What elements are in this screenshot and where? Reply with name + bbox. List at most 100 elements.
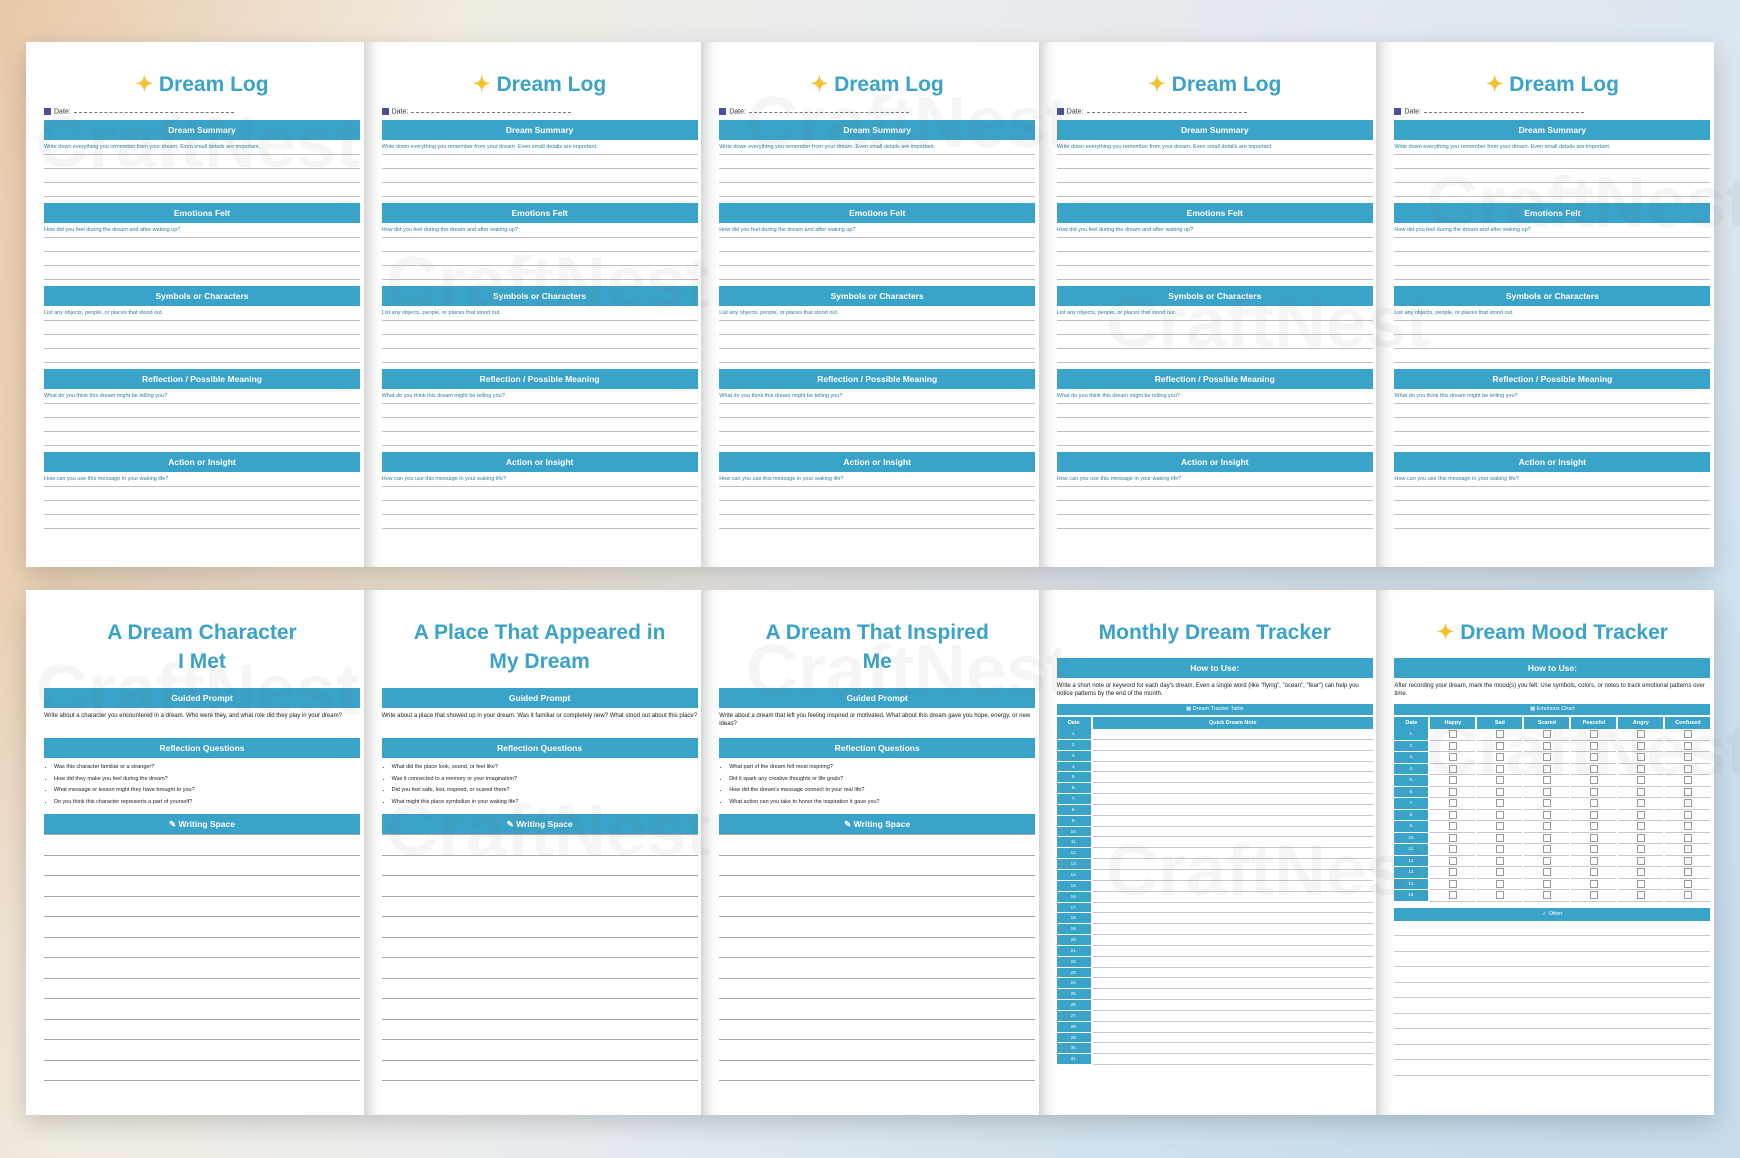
mood-checkbox[interactable] xyxy=(1430,844,1476,856)
writing-lines[interactable] xyxy=(1056,154,1373,197)
mood-checkbox[interactable] xyxy=(1665,741,1711,752)
dream-note-cell[interactable] xyxy=(1092,751,1373,762)
mood-checkbox[interactable] xyxy=(1430,856,1476,867)
dream-note-cell[interactable] xyxy=(1092,859,1373,870)
dream-note-cell[interactable] xyxy=(1092,989,1373,1001)
dream-note-cell[interactable] xyxy=(1092,762,1373,773)
writing-lines[interactable] xyxy=(381,403,698,446)
dream-note-cell[interactable] xyxy=(1092,924,1373,936)
dream-note-cell[interactable] xyxy=(1092,946,1373,957)
writing-lines[interactable] xyxy=(1394,154,1711,197)
mood-checkbox[interactable] xyxy=(1524,890,1570,902)
writing-lines[interactable] xyxy=(1394,486,1711,529)
mood-checkbox[interactable] xyxy=(1571,821,1617,833)
mood-checkbox[interactable] xyxy=(1524,775,1570,787)
dream-note-cell[interactable] xyxy=(1092,881,1373,892)
mood-checkbox[interactable] xyxy=(1430,752,1476,764)
mood-checkbox[interactable] xyxy=(1477,821,1523,833)
mood-checkbox[interactable] xyxy=(1524,741,1570,752)
mood-checkbox[interactable] xyxy=(1524,764,1570,775)
mood-checkbox[interactable] xyxy=(1477,798,1523,810)
dream-note-cell[interactable] xyxy=(1092,740,1373,751)
writing-lines[interactable] xyxy=(719,403,1036,446)
mood-checkbox[interactable] xyxy=(1524,833,1570,844)
mood-checkbox[interactable] xyxy=(1665,810,1711,821)
mood-checkbox[interactable] xyxy=(1430,775,1476,787)
mood-checkbox[interactable] xyxy=(1665,867,1711,879)
mood-checkbox[interactable] xyxy=(1524,879,1570,890)
mood-checkbox[interactable] xyxy=(1430,798,1476,810)
mood-checkbox[interactable] xyxy=(1524,810,1570,821)
mood-checkbox[interactable] xyxy=(1618,775,1664,787)
dream-note-cell[interactable] xyxy=(1092,794,1373,805)
mood-checkbox[interactable] xyxy=(1477,729,1523,741)
mood-checkbox[interactable] xyxy=(1477,867,1523,879)
mood-checkbox[interactable] xyxy=(1665,844,1711,856)
mood-checkbox[interactable] xyxy=(1430,810,1476,821)
writing-lines[interactable] xyxy=(1056,237,1373,280)
mood-checkbox[interactable] xyxy=(1571,741,1617,752)
writing-lines[interactable] xyxy=(1056,403,1373,446)
mood-checkbox[interactable] xyxy=(1665,787,1711,798)
dream-note-cell[interactable] xyxy=(1092,978,1373,990)
writing-lines[interactable] xyxy=(719,237,1036,280)
dream-note-cell[interactable] xyxy=(1092,913,1373,925)
date-field[interactable]: Date: xyxy=(44,108,360,120)
mood-checkbox[interactable] xyxy=(1477,856,1523,867)
mood-checkbox[interactable] xyxy=(1477,787,1523,798)
mood-checkbox[interactable] xyxy=(1571,787,1617,798)
mood-checkbox[interactable] xyxy=(1665,798,1711,810)
mood-checkbox[interactable] xyxy=(1618,879,1664,890)
mood-checkbox[interactable] xyxy=(1618,787,1664,798)
date-field[interactable]: Date: xyxy=(1394,108,1710,120)
mood-checkbox[interactable] xyxy=(1477,810,1523,821)
writing-lines[interactable] xyxy=(381,320,698,363)
writing-lines[interactable] xyxy=(381,486,698,529)
mood-checkbox[interactable] xyxy=(1430,741,1476,752)
mood-checkbox[interactable] xyxy=(1477,879,1523,890)
dream-note-cell[interactable] xyxy=(1092,805,1373,816)
writing-lines[interactable] xyxy=(44,320,360,363)
dream-note-cell[interactable] xyxy=(1092,837,1373,849)
writing-lines[interactable] xyxy=(44,486,360,529)
mood-checkbox[interactable] xyxy=(1477,752,1523,764)
dream-note-cell[interactable] xyxy=(1092,848,1373,860)
dream-note-cell[interactable] xyxy=(1092,1043,1373,1055)
mood-checkbox[interactable] xyxy=(1571,810,1617,821)
mood-checkbox[interactable] xyxy=(1618,844,1664,856)
date-field[interactable]: Date: xyxy=(719,108,1035,120)
mood-checkbox[interactable] xyxy=(1618,867,1664,879)
mood-checkbox[interactable] xyxy=(1477,833,1523,844)
date-field[interactable]: Date: xyxy=(1056,108,1373,120)
mood-checkbox[interactable] xyxy=(1665,879,1711,890)
dream-note-cell[interactable] xyxy=(1092,827,1373,838)
mood-checkbox[interactable] xyxy=(1524,856,1570,867)
mood-checkbox[interactable] xyxy=(1571,879,1617,890)
mood-checkbox[interactable] xyxy=(1618,729,1664,741)
writing-lines[interactable] xyxy=(44,154,360,197)
mood-checkbox[interactable] xyxy=(1524,844,1570,856)
dream-note-cell[interactable] xyxy=(1092,729,1373,740)
mood-checkbox[interactable] xyxy=(1524,729,1570,741)
mood-checkbox[interactable] xyxy=(1618,890,1664,902)
dream-note-cell[interactable] xyxy=(1092,935,1373,946)
dream-note-cell[interactable] xyxy=(1092,903,1373,914)
writing-lines[interactable] xyxy=(719,834,1036,1081)
mood-checkbox[interactable] xyxy=(1571,798,1617,810)
writing-lines[interactable] xyxy=(44,403,360,446)
writing-lines[interactable] xyxy=(381,834,698,1081)
mood-checkbox[interactable] xyxy=(1430,787,1476,798)
writing-lines[interactable] xyxy=(1056,320,1373,363)
mood-checkbox[interactable] xyxy=(1618,764,1664,775)
dream-note-cell[interactable] xyxy=(1092,870,1373,881)
dream-note-cell[interactable] xyxy=(1092,1033,1373,1044)
dream-note-cell[interactable] xyxy=(1092,957,1373,968)
mood-checkbox[interactable] xyxy=(1571,775,1617,787)
mood-checkbox[interactable] xyxy=(1618,741,1664,752)
date-field[interactable]: Date: xyxy=(381,108,698,120)
mood-checkbox[interactable] xyxy=(1618,833,1664,844)
writing-lines[interactable] xyxy=(719,320,1036,363)
mood-checkbox[interactable] xyxy=(1524,752,1570,764)
mood-checkbox[interactable] xyxy=(1430,833,1476,844)
dream-note-cell[interactable] xyxy=(1092,816,1373,827)
